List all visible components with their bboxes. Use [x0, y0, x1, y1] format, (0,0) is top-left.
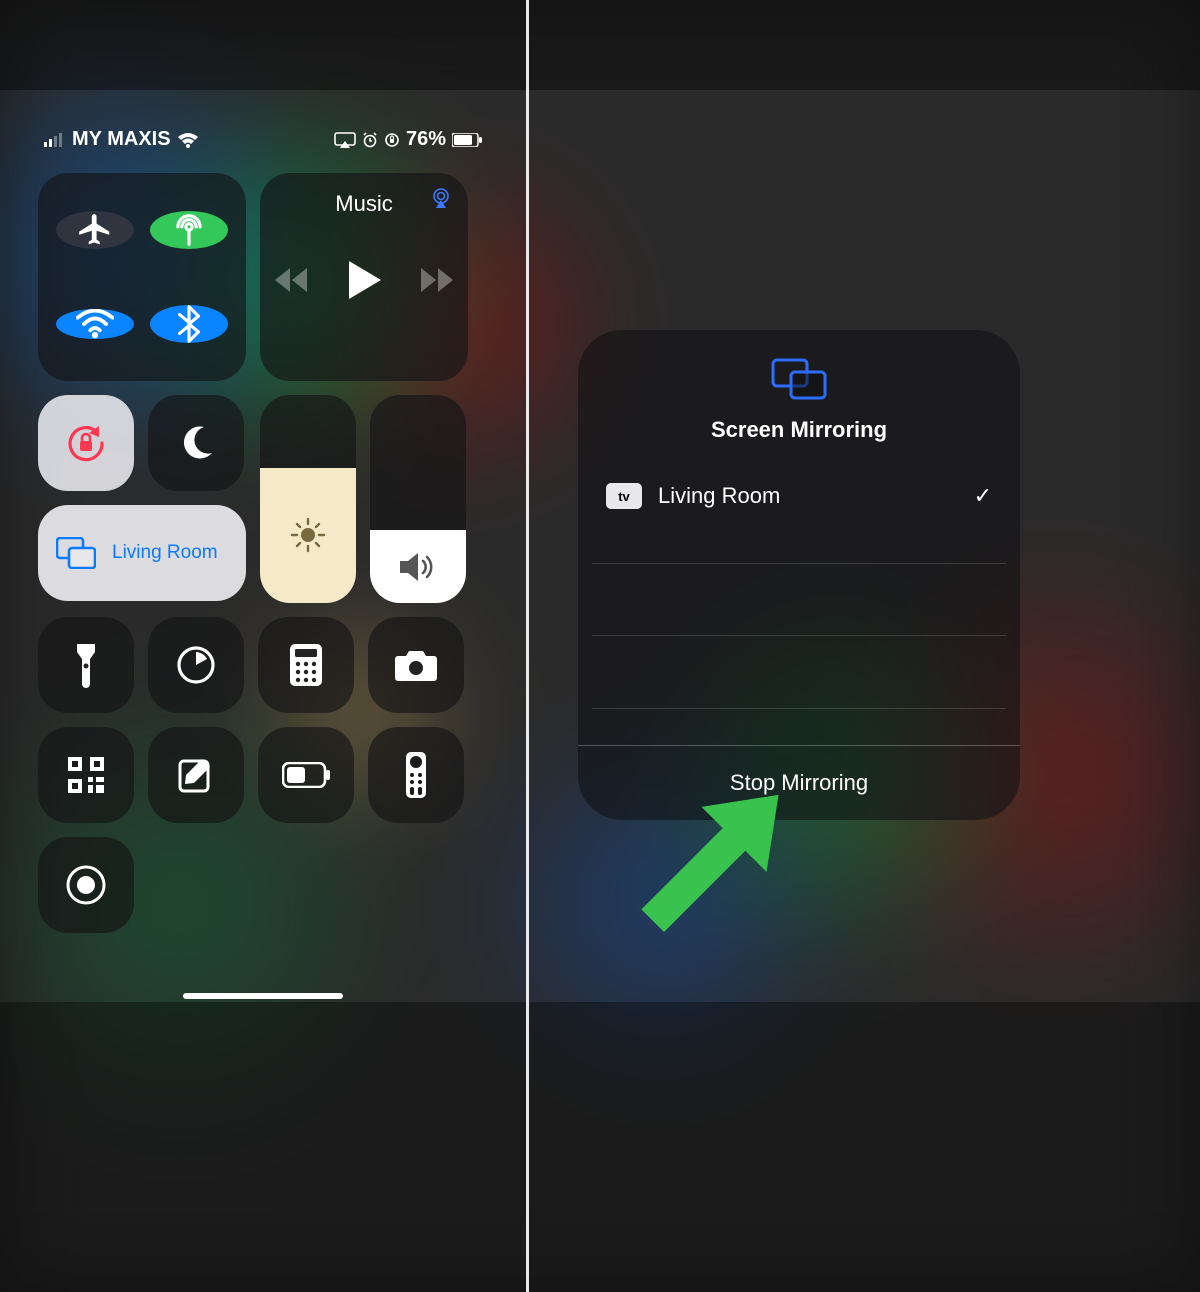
compose-icon [176, 755, 216, 795]
bottom-shade [0, 1002, 1200, 1292]
do-not-disturb-button[interactable] [148, 395, 244, 491]
rule-line [592, 563, 1006, 564]
battery-pct: 76% [406, 128, 446, 151]
battery-icon [452, 133, 482, 147]
moon-icon [176, 423, 216, 463]
checkmark-icon: ✓ [974, 483, 992, 509]
wifi-icon [76, 309, 114, 339]
notes-button[interactable] [148, 727, 244, 823]
media-panel[interactable]: Music [260, 173, 468, 381]
media-title: Music [335, 191, 392, 217]
bluetooth-button[interactable] [150, 305, 228, 343]
popup-header: Screen Mirroring [578, 330, 1020, 465]
screen-mirror-popup: Screen Mirroring tv Living Room ✓ Stop M… [578, 330, 1020, 820]
volume-slider[interactable] [370, 395, 466, 603]
airplay-audio-icon [430, 187, 452, 214]
timer-button[interactable] [148, 617, 244, 713]
orientation-lock-button[interactable] [38, 395, 134, 491]
screen-mirror-icon [771, 358, 827, 400]
low-power-button[interactable] [258, 727, 354, 823]
alarm-icon [362, 132, 378, 148]
flashlight-button[interactable] [38, 617, 134, 713]
bluetooth-icon [178, 305, 200, 343]
airplay-status-icon [334, 132, 356, 148]
home-indicator[interactable] [183, 993, 343, 999]
cellular-antenna-icon [170, 211, 208, 249]
camera-icon [394, 648, 438, 682]
screen-mirror-icon [56, 537, 96, 569]
orientation-lock-status-icon [384, 132, 400, 148]
qr-icon [66, 755, 106, 795]
mirror-device-name: Living Room [658, 483, 958, 509]
battery-low-power-icon [282, 762, 330, 788]
wifi-icon [177, 132, 199, 148]
status-bar: MY MAXIS 76% [38, 128, 488, 173]
record-icon [64, 863, 108, 907]
timer-icon [175, 644, 217, 686]
orientation-lock-icon [63, 420, 109, 466]
screen-mirror-button[interactable]: Living Room [38, 505, 246, 601]
apple-tv-remote-button[interactable] [368, 727, 464, 823]
top-shade [0, 0, 1200, 90]
control-center: MY MAXIS 76% [38, 128, 488, 999]
qr-scanner-button[interactable] [38, 727, 134, 823]
calculator-button[interactable] [258, 617, 354, 713]
cellular-data-button[interactable] [150, 211, 228, 249]
play-button[interactable] [347, 261, 381, 299]
cellular-signal-icon [44, 133, 66, 147]
camera-button[interactable] [368, 617, 464, 713]
airplane-icon [76, 211, 114, 249]
rule-line [592, 708, 1006, 709]
screen-mirror-label: Living Room [112, 542, 218, 564]
calculator-icon [289, 643, 323, 687]
apple-tv-badge-icon: tv [606, 483, 642, 509]
remote-icon [405, 751, 427, 799]
connectivity-panel [38, 173, 246, 381]
carrier-label: MY MAXIS [72, 128, 171, 151]
popup-title: Screen Mirroring [578, 417, 1020, 443]
screen-record-button[interactable] [38, 837, 134, 933]
brightness-icon [290, 517, 326, 553]
forward-button[interactable] [421, 268, 453, 292]
mirror-device-row[interactable]: tv Living Room ✓ [578, 465, 1020, 527]
rewind-button[interactable] [275, 268, 307, 292]
rule-line [592, 635, 1006, 636]
stop-mirroring-button[interactable]: Stop Mirroring [578, 745, 1020, 820]
volume-icon [398, 551, 438, 583]
wifi-button[interactable] [56, 309, 134, 339]
vertical-divider [526, 0, 529, 1292]
popup-empty-rows [578, 527, 1020, 745]
airplane-mode-button[interactable] [56, 211, 134, 249]
flashlight-icon [74, 642, 98, 688]
brightness-slider[interactable] [260, 395, 356, 603]
